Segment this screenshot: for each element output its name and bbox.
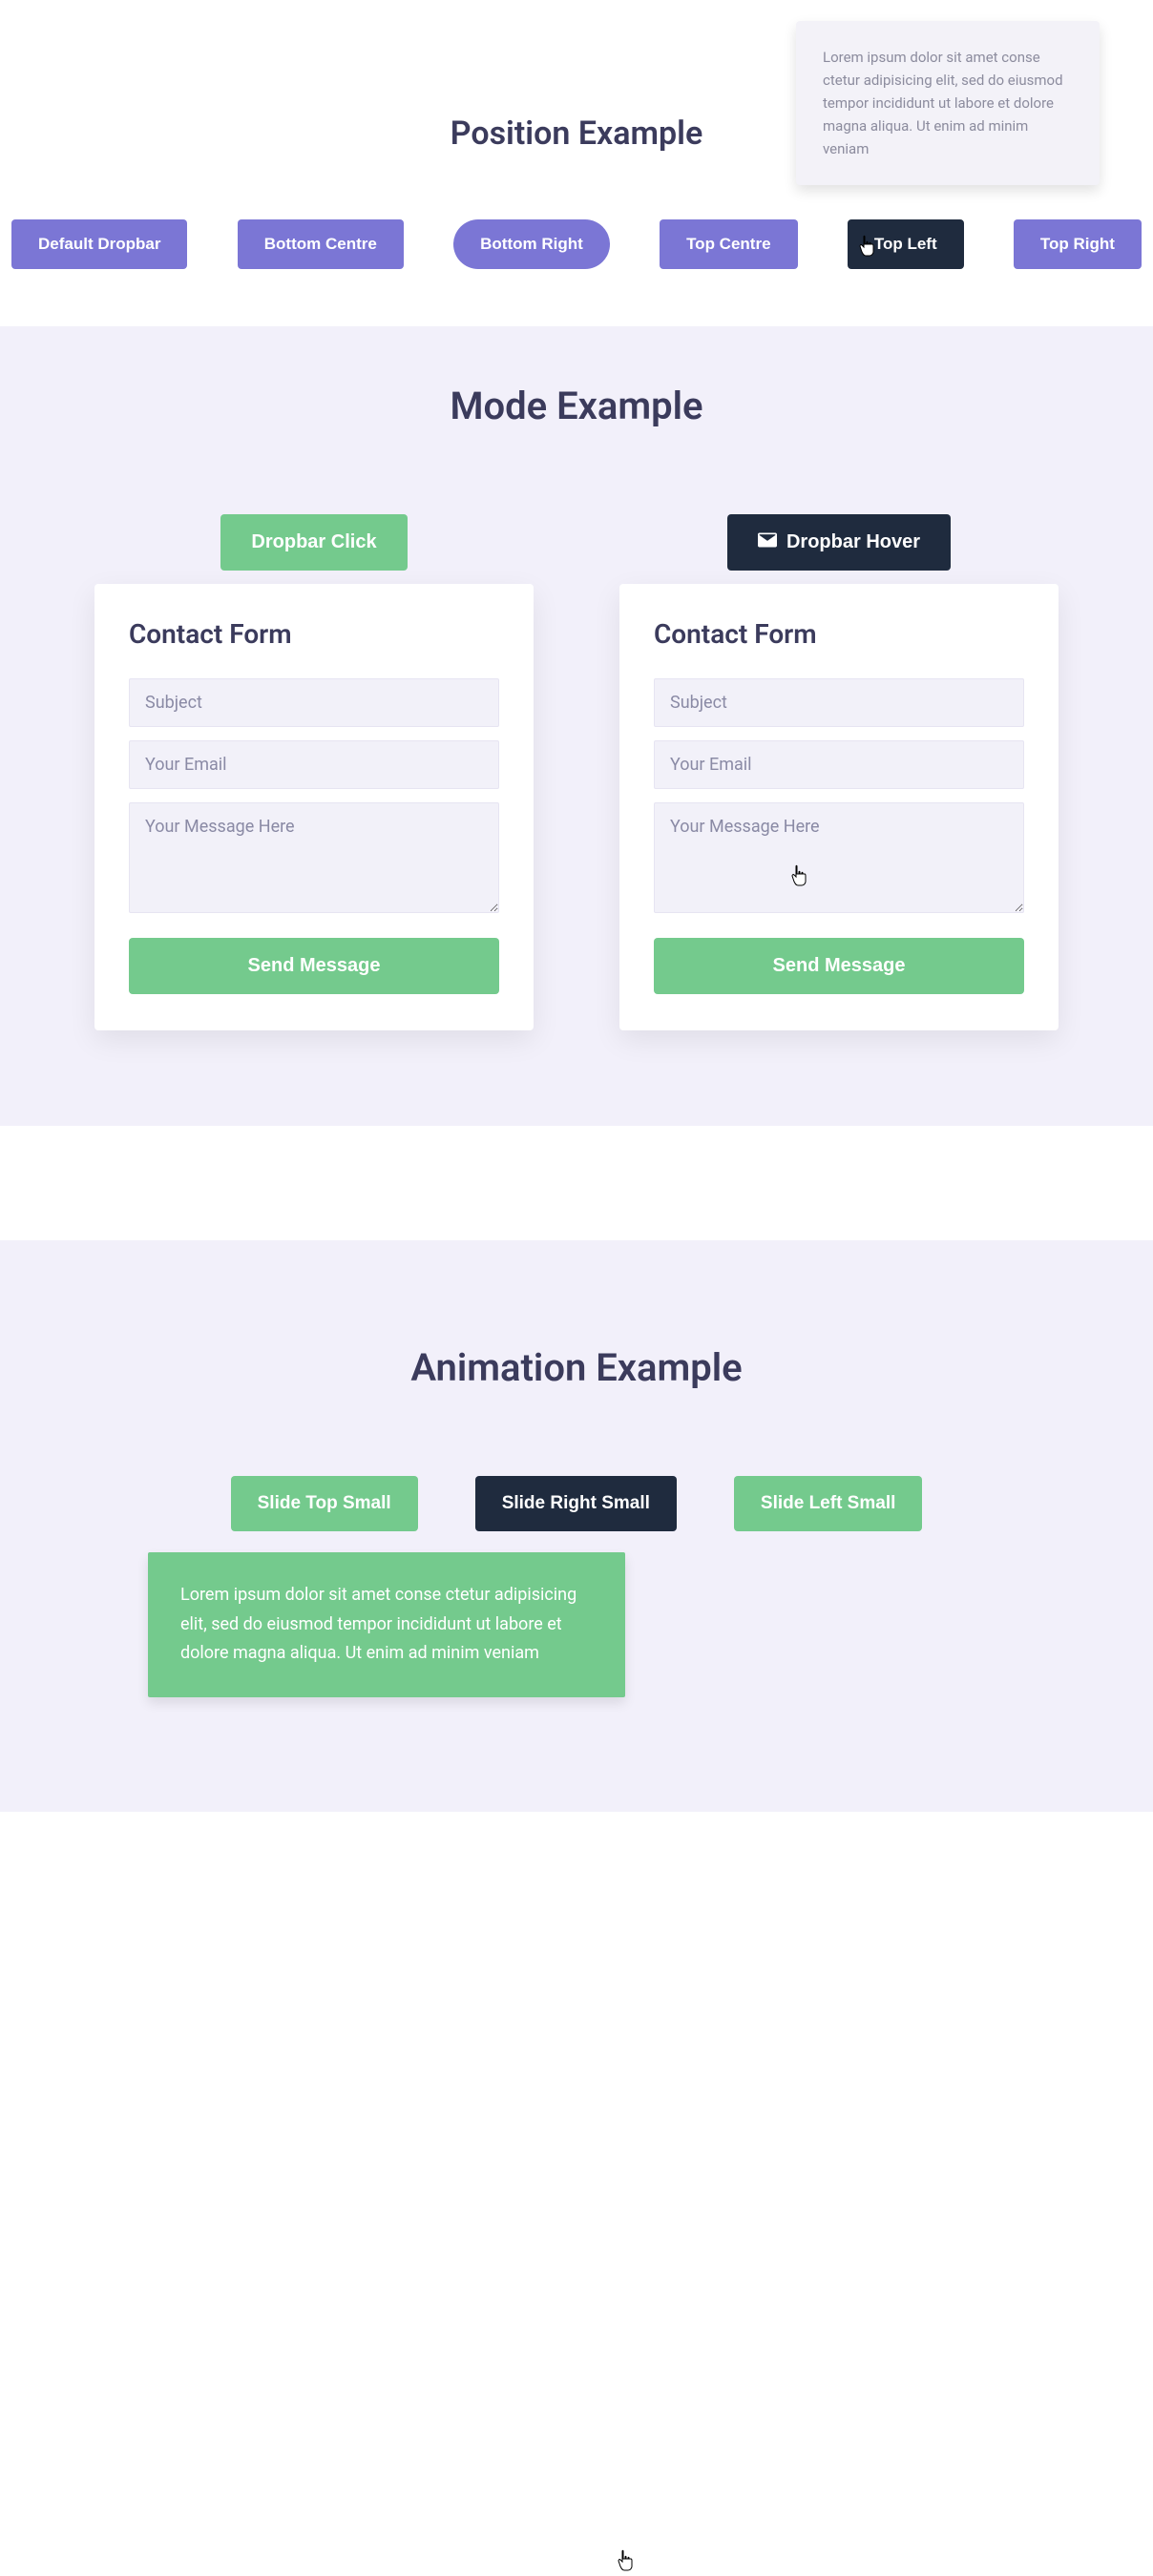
- slide-left-small-button[interactable]: Slide Left Small: [734, 1476, 922, 1531]
- dropbar-click-button[interactable]: Dropbar Click: [220, 514, 407, 571]
- contact-card-hover: Contact Form Send Message: [619, 584, 1059, 1030]
- send-message-button[interactable]: Send Message: [654, 938, 1024, 994]
- message-textarea[interactable]: [654, 802, 1024, 913]
- default-dropbar-button[interactable]: Default Dropbar: [11, 219, 187, 269]
- subject-input[interactable]: [654, 678, 1024, 727]
- position-section: Lorem ipsum dolor sit amet conse ctetur …: [0, 0, 1153, 326]
- position-button-row: Default Dropbar Bottom Centre Bottom Rig…: [0, 219, 1153, 269]
- slide-right-small-button[interactable]: Slide Right Small: [475, 1476, 677, 1531]
- contact-form-heading: Contact Form: [129, 618, 499, 650]
- mode-title: Mode Example: [0, 384, 1153, 428]
- send-message-button[interactable]: Send Message: [129, 938, 499, 994]
- cursor-icon: [617, 2549, 636, 2572]
- top-left-button[interactable]: Top Left: [848, 219, 964, 269]
- email-input[interactable]: [129, 740, 499, 789]
- animation-title: Animation Example: [0, 1345, 1153, 1390]
- mode-hover-col: Dropbar Hover Contact Form Send Message: [619, 514, 1059, 1030]
- message-textarea[interactable]: [129, 802, 499, 913]
- slide-top-small-button[interactable]: Slide Top Small: [231, 1476, 418, 1531]
- dropbar-hover-button[interactable]: Dropbar Hover: [727, 514, 951, 571]
- top-centre-button[interactable]: Top Centre: [660, 219, 797, 269]
- subject-input[interactable]: [129, 678, 499, 727]
- envelope-icon: [758, 531, 777, 553]
- bottom-centre-button[interactable]: Bottom Centre: [238, 219, 404, 269]
- top-right-button[interactable]: Top Right: [1014, 219, 1142, 269]
- contact-form-heading: Contact Form: [654, 618, 1024, 650]
- mode-click-col: Dropbar Click Contact Form Send Message: [94, 514, 534, 1030]
- dropbar-hover-label: Dropbar Hover: [786, 531, 920, 553]
- mode-section: Mode Example Dropbar Click Contact Form …: [0, 326, 1153, 1126]
- bottom-right-button[interactable]: Bottom Right: [453, 219, 610, 269]
- email-input[interactable]: [654, 740, 1024, 789]
- contact-card-click: Contact Form Send Message: [94, 584, 534, 1030]
- position-tooltip: Lorem ipsum dolor sit amet conse ctetur …: [796, 21, 1100, 185]
- animation-button-row: Slide Top Small Slide Right Small Slide …: [0, 1476, 1153, 1531]
- animation-section: Animation Example Slide Top Small Slide …: [0, 1240, 1153, 1812]
- animation-panel: Lorem ipsum dolor sit amet conse ctetur …: [148, 1552, 625, 1697]
- mode-row: Dropbar Click Contact Form Send Message …: [0, 514, 1153, 1030]
